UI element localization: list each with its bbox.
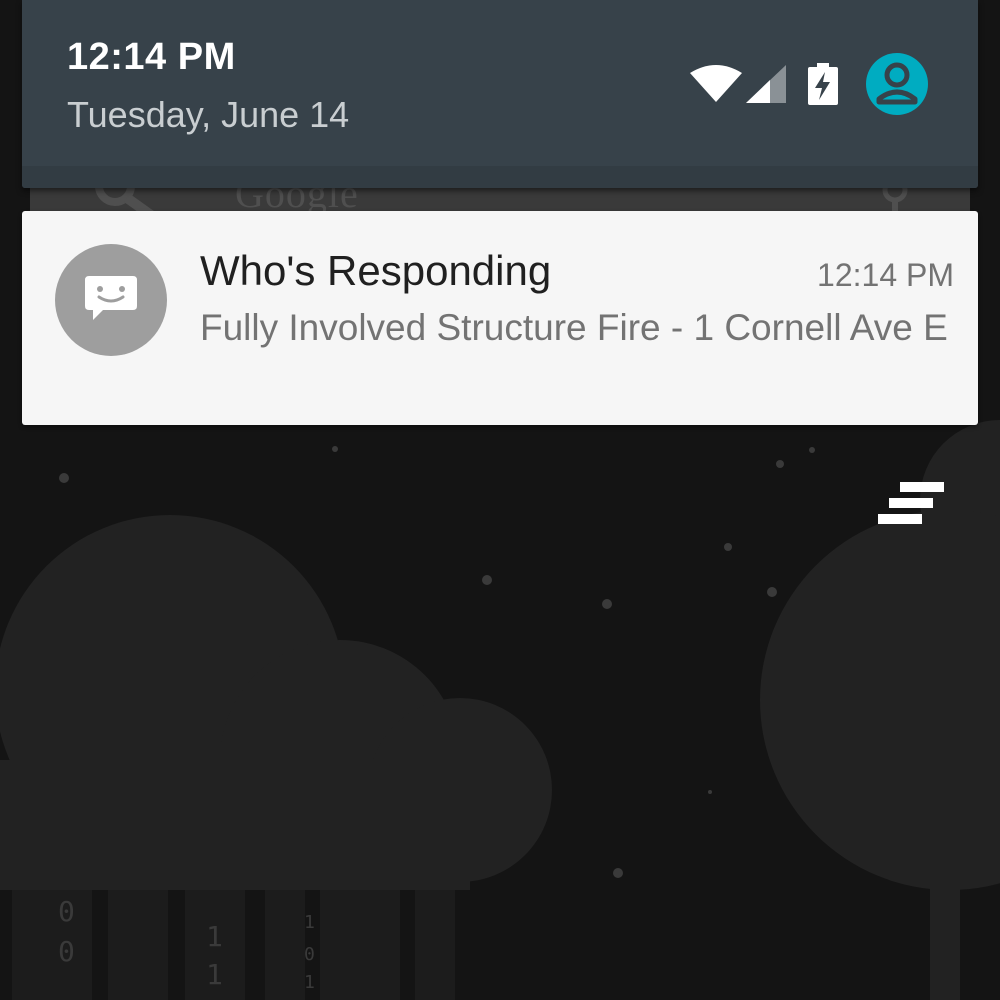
notification-text: Fully Involved Structure Fire - 1 Cornel… bbox=[200, 307, 948, 348]
clear-all-icon[interactable] bbox=[876, 480, 946, 526]
header-divider bbox=[22, 166, 978, 188]
quick-settings-header[interactable]: 12:14 PM Tuesday, June 14 bbox=[22, 0, 978, 188]
wallpaper-digit: 0 bbox=[304, 944, 315, 965]
notification-card[interactable]: Who's Responding 12:14 PM Fully Involved… bbox=[22, 211, 978, 425]
battery-charging-icon bbox=[808, 63, 838, 105]
date: Tuesday, June 14 bbox=[67, 94, 350, 135]
wallpaper-digit: 1 bbox=[206, 958, 223, 991]
wifi-icon bbox=[690, 65, 742, 102]
notification-shade: 0 0 1 1 1 0 1 Google 12:14 PM Tuesday, J… bbox=[0, 0, 1000, 1000]
notification-time: 12:14 PM bbox=[817, 257, 954, 293]
notification-app-icon bbox=[55, 244, 167, 356]
wallpaper-digit: 1 bbox=[206, 920, 223, 953]
status-icons bbox=[690, 52, 928, 116]
wallpaper-digit: 1 bbox=[304, 972, 315, 993]
wallpaper-digit: 0 bbox=[58, 895, 75, 928]
notification-title: Who's Responding bbox=[200, 247, 552, 294]
cellular-signal-icon bbox=[746, 65, 786, 103]
clock: 12:14 PM bbox=[67, 36, 236, 78]
wallpaper-digit: 0 bbox=[58, 935, 75, 968]
wallpaper-digit: 1 bbox=[304, 912, 315, 933]
user-avatar-icon[interactable] bbox=[866, 53, 928, 115]
message-bubble-icon bbox=[85, 276, 137, 320]
